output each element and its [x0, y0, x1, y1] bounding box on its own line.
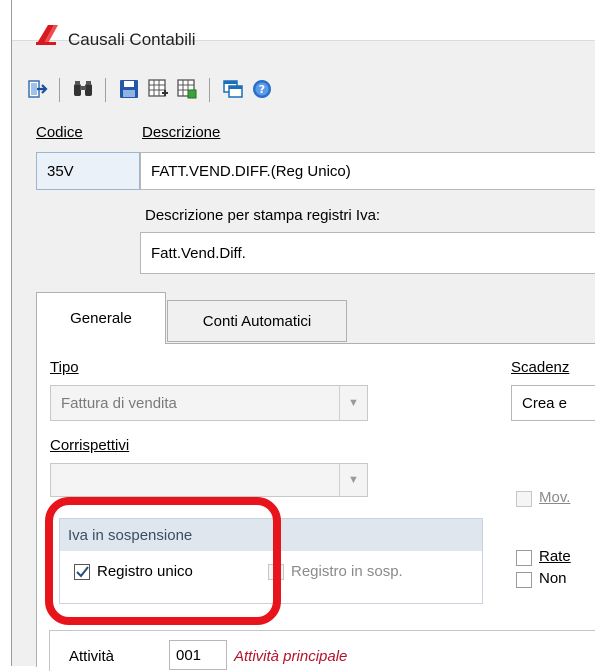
codice-field[interactable]: 35V	[36, 152, 140, 190]
grid-copy-icon[interactable]	[176, 78, 198, 100]
title-bar: Causali Contabili	[12, 0, 595, 49]
corrispettivi-select[interactable]: ▼	[50, 463, 368, 497]
grid-add-icon[interactable]	[147, 78, 169, 100]
help-icon[interactable]: ?	[251, 78, 273, 100]
corrispettivi-label: Corrispettivi	[50, 437, 130, 454]
tipo-select-value: Fattura di vendita	[61, 394, 177, 412]
tipo-select[interactable]: Fattura di vendita ▼	[50, 385, 368, 421]
toolbar-separator	[105, 78, 106, 102]
chevron-down-icon[interactable]: ▼	[339, 464, 367, 496]
descrizione-label: Descrizione	[142, 124, 221, 141]
save-icon[interactable]	[118, 78, 140, 100]
mov-label: Mov.	[539, 489, 571, 506]
tab-conti-automatici[interactable]: Conti Automatici	[167, 300, 347, 342]
toolbar: ?	[12, 72, 595, 112]
codice-label: Codice	[36, 124, 83, 141]
toolbar-separator	[209, 78, 210, 102]
rate-label: Rate	[539, 548, 571, 565]
chevron-down-icon[interactable]: ▼	[339, 386, 367, 420]
tipo-label: Tipo	[50, 359, 79, 376]
attivita-label: Attività	[69, 648, 115, 665]
stampa-label: Descrizione per stampa registri Iva:	[145, 207, 381, 224]
scadenze-select[interactable]: Crea e	[511, 385, 595, 421]
app-logo-icon	[36, 25, 58, 45]
window-title: Causali Contabili	[68, 30, 196, 49]
window: Causali Contabili ? Codice Descrizione 3…	[11, 0, 595, 671]
windows-icon[interactable]	[222, 78, 244, 100]
exit-icon[interactable]	[26, 78, 48, 100]
svg-text:?: ?	[259, 83, 265, 96]
tab-generale[interactable]: Generale	[36, 292, 166, 344]
attivita-description: Attività principale	[234, 648, 348, 665]
mov-checkbox[interactable]	[516, 491, 532, 507]
registro-sosp-label: Registro in sosp.	[291, 563, 403, 580]
non-checkbox[interactable]	[516, 572, 532, 588]
search-binoculars-icon[interactable]	[72, 78, 94, 100]
highlight-annotation	[45, 497, 281, 625]
descrizione-field[interactable]: FATT.VEND.DIFF.(Reg Unico)	[140, 152, 595, 190]
scadenze-label: Scadenz	[511, 359, 570, 376]
toolbar-separator	[59, 78, 60, 102]
stampa-field[interactable]: Fatt.Vend.Diff.	[140, 232, 595, 274]
rate-checkbox[interactable]	[516, 550, 532, 566]
non-label: Non	[539, 570, 567, 587]
